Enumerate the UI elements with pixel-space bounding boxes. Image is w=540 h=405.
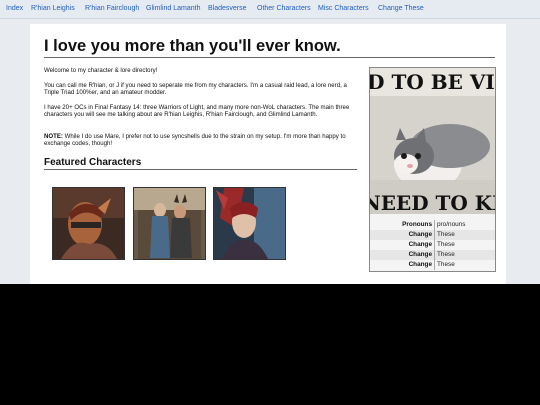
nav-link-misc-characters[interactable]: Misc Characters — [318, 5, 369, 12]
featured-character-thumb[interactable] — [52, 187, 125, 260]
poster-caption-bottom: NEED TO KI — [370, 191, 495, 214]
infobox-row: Change These — [370, 240, 495, 250]
infobox-value: These — [437, 231, 455, 238]
nav-link-rhian-fairclough[interactable]: R'hian Fairclough — [85, 5, 139, 12]
infobox-key: Change — [408, 231, 432, 238]
page: Index R'hian Leighis R'hian Fairclough G… — [0, 0, 540, 284]
nav-link-change-these[interactable]: Change These — [378, 5, 424, 12]
featured-character-thumb[interactable] — [213, 187, 286, 260]
infobox-table: Pronouns pro/nouns Change These Change Thes… — [370, 220, 495, 270]
kitten-meme-image: ED TO BE VIO NEED TO KI — [370, 68, 495, 214]
featured-character-thumb[interactable] — [133, 187, 206, 260]
infobox-value: These — [437, 241, 455, 248]
infobox-value: These — [437, 251, 455, 258]
intro-text: You can call me R'hian, or J if you need… — [44, 82, 347, 97]
infobox-row: Change These — [370, 250, 495, 260]
page-title: I love you more than you'll ever know. — [44, 37, 495, 58]
nav-link-glimlind-lamanth[interactable]: Glimlind Lamanth — [146, 5, 200, 12]
character-portrait-2 — [134, 188, 205, 259]
nav-link-rhian-leighis[interactable]: R'hian Leighis — [31, 5, 75, 12]
welcome-text: Welcome to my character & lore directory… — [44, 67, 158, 74]
infobox-value: These — [437, 261, 455, 268]
infobox-key: Pronouns — [402, 221, 432, 228]
note-body: While I do use Mare, I prefer not to use… — [44, 133, 346, 148]
nav-link-bladesverse[interactable]: Bladesverse — [208, 5, 247, 12]
note-text: NOTE: While I do use Mare, I prefer not … — [44, 133, 357, 148]
top-navigation: Index R'hian Leighis R'hian Fairclough G… — [0, 0, 540, 19]
nav-link-index[interactable]: Index — [6, 5, 23, 12]
featured-heading: Featured Characters — [44, 157, 357, 170]
infobox-row: Change These — [370, 230, 495, 240]
infobox-row: Pronouns pro/nouns — [370, 220, 495, 230]
infobox-key: Change — [408, 241, 432, 248]
infobox-key: Change — [408, 251, 432, 258]
note-label: NOTE: — [44, 133, 63, 140]
nav-link-other-characters[interactable]: Other Characters — [257, 5, 311, 12]
infobox-image: ED TO BE VIO NEED TO KI — [370, 68, 495, 214]
ocs-text: I have 20+ OCs in Final Fantasy 14: thre… — [44, 104, 350, 119]
infobox-value: pro/nouns — [437, 221, 466, 228]
infobox-row: Change These — [370, 260, 495, 270]
infobox-key: Change — [408, 261, 432, 268]
character-portrait-1 — [53, 188, 124, 259]
main-content: I love you more than you'll ever know. W… — [30, 24, 506, 284]
poster-caption-top: ED TO BE VIO — [370, 70, 495, 94]
character-portrait-3 — [214, 188, 285, 259]
character-infobox: ED TO BE VIO NEED TO KI Pronouns pro/noun… — [369, 67, 496, 272]
